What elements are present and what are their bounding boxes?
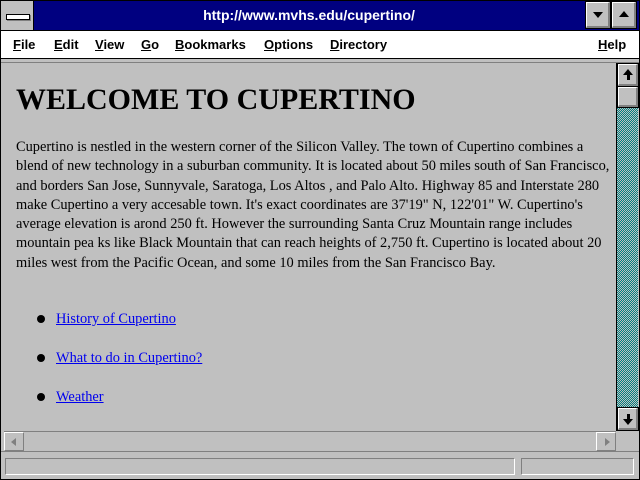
- menu-options[interactable]: Options: [264, 31, 313, 58]
- menu-bookmarks[interactable]: Bookmarks: [175, 31, 246, 58]
- menu-directory[interactable]: Directory: [330, 31, 387, 58]
- scroll-down-button[interactable]: [617, 407, 639, 431]
- scroll-up-button[interactable]: [617, 63, 639, 87]
- arrow-down-stem: [627, 414, 630, 419]
- horizontal-scroll-track[interactable]: [25, 432, 595, 451]
- arrow-up-stem: [627, 75, 630, 80]
- arrow-left-icon: [11, 438, 16, 446]
- scroll-right-button[interactable]: [596, 432, 616, 451]
- maximize-icon: [619, 11, 629, 17]
- menu-help[interactable]: Help: [598, 31, 626, 58]
- horizontal-scrollbar[interactable]: [4, 431, 616, 451]
- link-what-to-do[interactable]: What to do in Cupertino?: [56, 350, 202, 366]
- maximize-button[interactable]: [611, 1, 637, 29]
- menu-file[interactable]: File: [13, 31, 35, 58]
- bullet-icon: [37, 393, 45, 401]
- list-item: Weather: [34, 387, 202, 426]
- arrow-down-icon: [623, 419, 633, 425]
- list-item: History of Cupertino: [34, 309, 202, 348]
- menu-view[interactable]: View: [95, 31, 124, 58]
- progress-indicator: [521, 458, 634, 475]
- link-history[interactable]: History of Cupertino: [56, 311, 176, 327]
- link-list: History of Cupertino What to do in Cuper…: [34, 309, 202, 426]
- vertical-scrollbar[interactable]: [616, 63, 639, 431]
- system-menu-button[interactable]: [1, 1, 34, 30]
- link-weather[interactable]: Weather: [56, 389, 104, 405]
- menu-edit[interactable]: Edit: [54, 31, 79, 58]
- bullet-icon: [37, 315, 45, 323]
- scroll-left-button[interactable]: [4, 432, 24, 451]
- menu-go[interactable]: Go: [141, 31, 159, 58]
- minimize-icon: [593, 12, 603, 18]
- page-title: WELCOME TO CUPERTINO: [16, 83, 416, 116]
- title-bar[interactable]: http://www.mvhs.edu/cupertino/: [1, 1, 639, 31]
- list-item: What to do in Cupertino?: [34, 348, 202, 387]
- minimize-button[interactable]: [585, 1, 611, 29]
- window-title: http://www.mvhs.edu/cupertino/: [203, 7, 415, 23]
- browser-window: http://www.mvhs.edu/cupertino/ File Edit…: [0, 0, 640, 480]
- intro-paragraph: Cupertino is nestled in the western corn…: [16, 139, 610, 271]
- status-bar: [1, 451, 639, 479]
- vertical-scroll-thumb[interactable]: [617, 86, 639, 108]
- bullet-icon: [37, 354, 45, 362]
- scrollbar-corner: [616, 431, 638, 451]
- menu-bar: File Edit View Go Bookmarks Options Dire…: [1, 31, 639, 59]
- page-content: WELCOME TO CUPERTINO Cupertino is nestle…: [4, 63, 615, 430]
- arrow-right-icon: [605, 438, 610, 446]
- status-text: [5, 458, 515, 475]
- system-menu-icon: [6, 14, 30, 20]
